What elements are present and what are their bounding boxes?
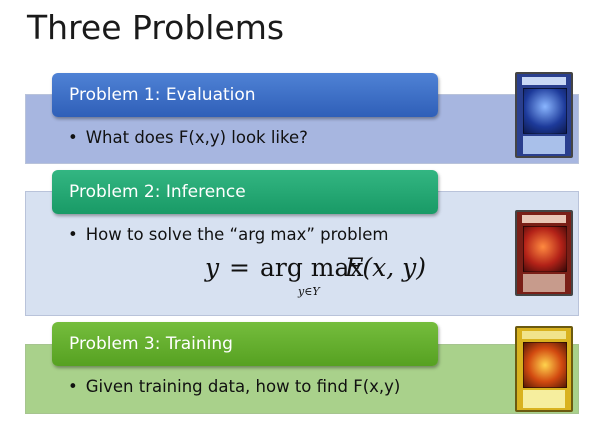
formula-lhs: y bbox=[205, 253, 220, 282]
formula-equals: = bbox=[229, 253, 250, 282]
problem-1-header: Problem 1: Evaluation bbox=[52, 73, 438, 117]
bullet-icon: • bbox=[68, 225, 78, 244]
problem-3-bullet-text: Given training data, how to find F(x,y) bbox=[85, 377, 401, 396]
problem-3-bullet: • Given training data, how to find F(x,y) bbox=[68, 377, 400, 396]
formula-subscript: y∈Y bbox=[298, 285, 320, 298]
problem-2-bullet-text: How to solve the “arg max” problem bbox=[85, 225, 389, 244]
red-card-image bbox=[515, 210, 573, 296]
bullet-icon: • bbox=[68, 128, 78, 147]
slide: Three Problems Problem 1: Evaluation Pro… bbox=[0, 0, 602, 422]
blue-card-image bbox=[515, 72, 573, 158]
problem-2-header: Problem 2: Inference bbox=[52, 170, 438, 214]
yellow-card-image bbox=[515, 326, 573, 412]
problem-2-bullet: • How to solve the “arg max” problem bbox=[68, 225, 388, 244]
formula-function: F(x, y) bbox=[345, 253, 426, 282]
bullet-icon: • bbox=[68, 377, 78, 396]
arg-max-formula: y = arg max y∈Y F(x, y) bbox=[205, 253, 445, 303]
problem-1-bullet-text: What does F(x,y) look like? bbox=[85, 128, 308, 147]
problem-3-header: Problem 3: Training bbox=[52, 322, 438, 366]
slide-title: Three Problems bbox=[27, 8, 285, 47]
problem-1-bullet: • What does F(x,y) look like? bbox=[68, 128, 308, 147]
